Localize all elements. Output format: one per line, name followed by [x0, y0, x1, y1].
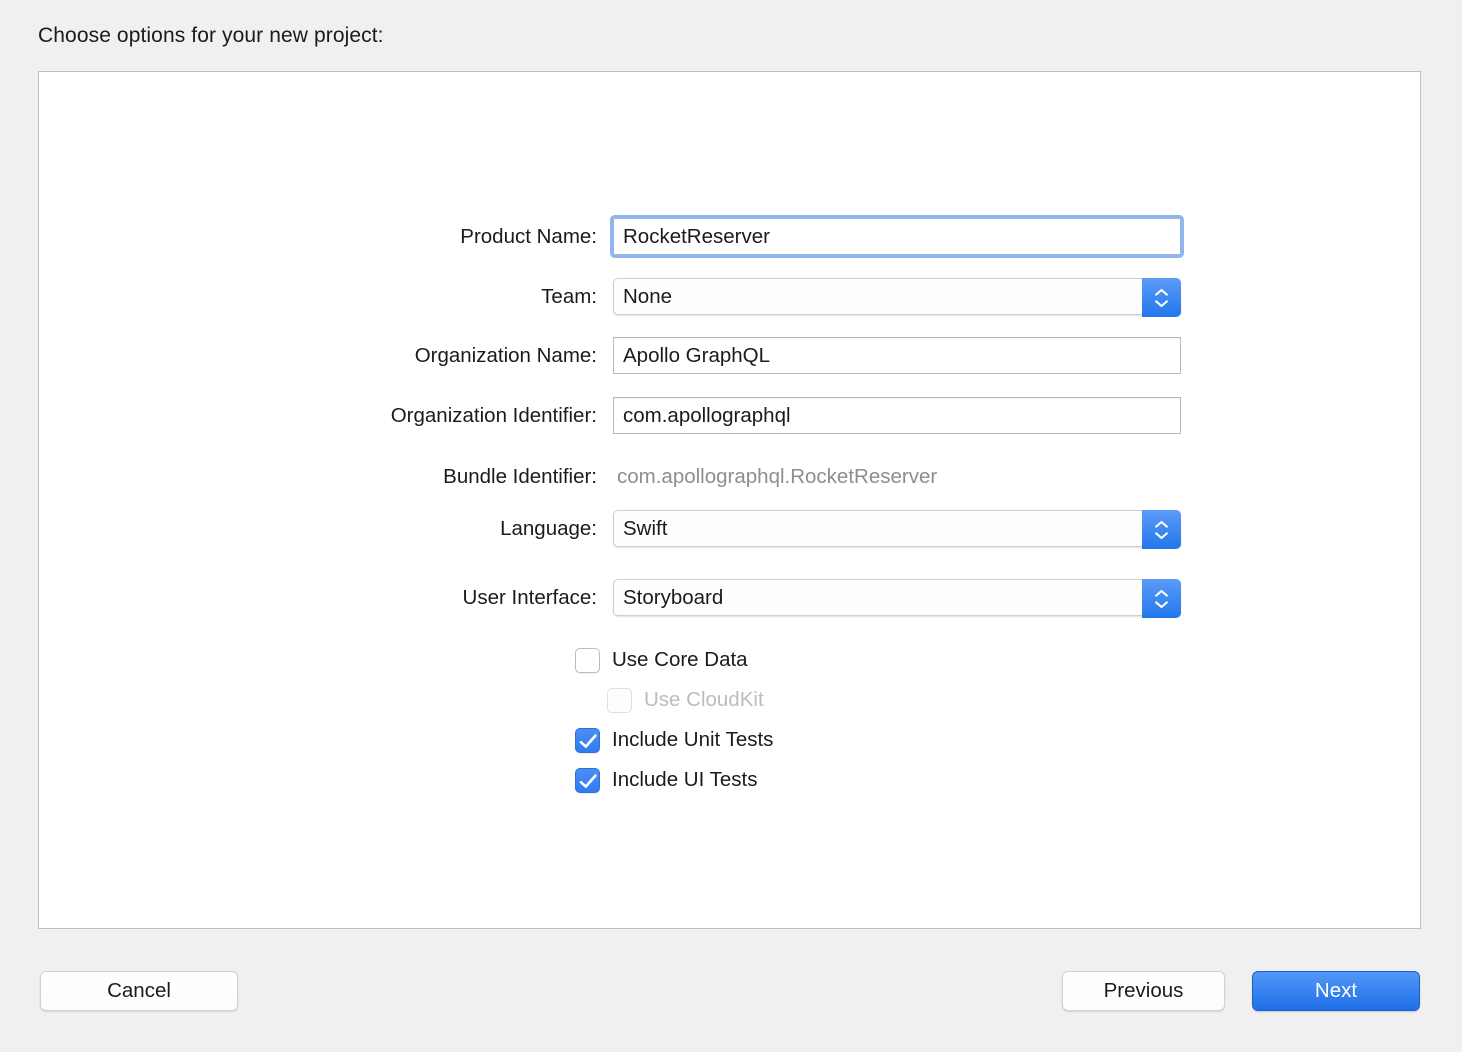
input-value-product-name: RocketReserver — [623, 224, 770, 248]
input-organization-identifier[interactable]: com.apollographql — [613, 397, 1181, 434]
field-label-organization-name: Organization Name: — [414, 344, 597, 367]
page-title: Choose options for your new project: — [38, 24, 384, 47]
checkbox-row-use-cloudkit: Use CloudKit — [607, 686, 764, 714]
chevron-icon — [1155, 589, 1168, 597]
checkbox-include-unit-tests[interactable] — [575, 727, 600, 753]
checkbox-label-include-ui-tests: Include UI Tests — [612, 768, 758, 791]
checkbox-label-use-cloudkit: Use CloudKit — [644, 688, 764, 711]
dropdown-value-user-interface: Storyboard — [623, 585, 724, 609]
field-label-user-interface: User Interface: — [462, 586, 597, 609]
field-label-product-name: Product Name: — [460, 225, 597, 248]
stepper-user-interface[interactable] — [1142, 579, 1181, 618]
checkbox-row-include-ui-tests[interactable]: Include UI Tests — [575, 766, 757, 794]
checkbox-use-cloudkit — [607, 687, 632, 713]
checkmark-icon — [579, 733, 597, 748]
chevron-icon — [1155, 600, 1168, 608]
dropdown-value-team: None — [623, 284, 673, 308]
input-product-name[interactable]: RocketReserver — [613, 218, 1181, 255]
checkbox-row-use-core-data[interactable]: Use Core Data — [575, 646, 748, 674]
checkbox-include-ui-tests[interactable] — [575, 767, 600, 793]
stepper-language[interactable] — [1142, 510, 1181, 549]
chevron-icon — [1155, 288, 1168, 296]
dropdown-language[interactable]: Swift — [613, 510, 1181, 549]
next-button[interactable]: Next — [1252, 971, 1420, 1011]
field-label-organization-identifier: Organization Identifier: — [390, 404, 597, 427]
dropdown-team[interactable]: None — [613, 278, 1181, 317]
checkbox-row-include-unit-tests[interactable]: Include Unit Tests — [575, 726, 773, 754]
dropdown-value-language: Swift — [623, 516, 668, 540]
field-label-team: Team: — [541, 285, 597, 308]
cancel-button[interactable]: Cancel — [40, 971, 238, 1011]
checkbox-use-core-data[interactable] — [575, 647, 600, 673]
chevron-icon — [1155, 520, 1168, 528]
checkmark-icon — [579, 773, 597, 788]
checkbox-label-use-core-data: Use Core Data — [612, 648, 748, 671]
chevron-icon — [1155, 299, 1168, 307]
field-value-bundle-identifier: com.apollographql.RocketReserver — [617, 465, 938, 488]
input-organization-name[interactable]: Apollo GraphQL — [613, 337, 1181, 374]
field-label-bundle-identifier: Bundle Identifier: — [443, 465, 597, 488]
dropdown-user-interface[interactable]: Storyboard — [613, 579, 1181, 618]
checkbox-label-include-unit-tests: Include Unit Tests — [612, 728, 774, 751]
project-options-panel: Product Name: RocketReserver Team: None Orga… — [38, 71, 1421, 929]
previous-button[interactable]: Previous — [1062, 971, 1225, 1011]
field-label-language: Language: — [500, 517, 597, 540]
input-value-organization-identifier: com.apollographql — [623, 403, 791, 427]
input-value-organization-name: Apollo GraphQL — [623, 343, 771, 367]
stepper-team[interactable] — [1142, 278, 1181, 317]
chevron-icon — [1155, 531, 1168, 539]
